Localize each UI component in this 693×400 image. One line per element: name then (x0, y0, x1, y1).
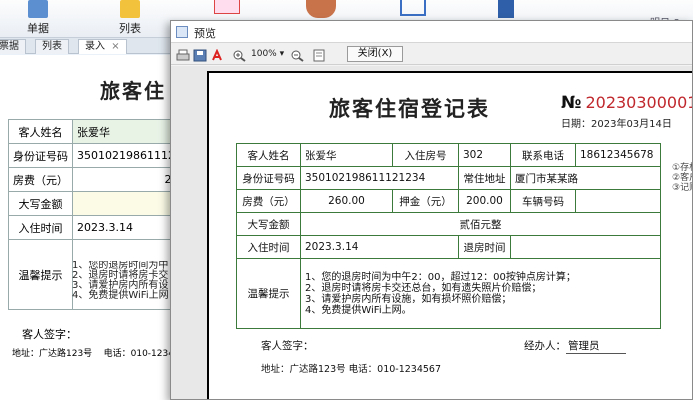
zoom-select[interactable]: 100% ▾ (251, 46, 291, 62)
tab-list-label: 列表 (42, 41, 62, 52)
guest-sign-label: 客人签字： (261, 340, 314, 352)
zoom-value: 100% (251, 49, 277, 59)
value-id-number: 350102198611121234 (300, 166, 459, 190)
copy-labels: ①存根(白色) ②客户(红色) ③记账(黄色) (672, 163, 692, 193)
preview-app-icon (176, 26, 188, 38)
label-amount-words: 大写金额 (236, 212, 301, 236)
calendar-icon[interactable] (214, 0, 240, 14)
value-checkin: 2023.3.14 (300, 235, 459, 259)
form-date: 日期：2023年03月14日 (561, 119, 672, 130)
document-icon (28, 0, 48, 18)
zoom-out-icon (291, 50, 304, 62)
entry-notes-text: 1、您的退房时间为中 2、退房时请将房卡交 3、请爱护房内所有设 4、免费提供W… (72, 261, 169, 301)
book-icon[interactable] (498, 0, 514, 18)
value-amount-words: 贰佰元整 (300, 212, 661, 236)
close-preview-button[interactable]: 关闭(X) (347, 46, 403, 62)
agent-label: 经办人： (524, 340, 566, 352)
entry-form-title: 旅客住 (100, 79, 166, 103)
preview-canvas: 旅客住宿登记表 № 20230300001 日期：2023年03月14日 客人姓名… (171, 66, 692, 399)
value-checkout (510, 235, 661, 259)
agent-field: 经办人： 管理员 (524, 338, 626, 354)
tab-receipts-label: 票据 (0, 41, 19, 52)
value-address: 厦门市某某路 (510, 166, 661, 190)
value-guest-name: 张爱华 (300, 143, 393, 167)
toolbar-list-label: 列表 (119, 22, 141, 35)
number-symbol: № (561, 93, 582, 113)
label-id-number: 身份证号码 (236, 166, 301, 190)
zoom-out-button[interactable] (289, 46, 305, 62)
save-button[interactable] (192, 46, 208, 62)
label-room-no: 入住房号 (392, 143, 459, 167)
label-guest-name: 客人姓名 (236, 143, 301, 167)
print-page: 旅客住宿登记表 № 20230300001 日期：2023年03月14日 客人姓名… (207, 71, 692, 399)
list-icon (120, 0, 140, 18)
pdf-icon (212, 48, 222, 61)
tab-entry-label: 录入 (85, 41, 105, 52)
users-icon[interactable] (306, 0, 336, 18)
toolbar-documents-button[interactable]: 单据 (18, 0, 58, 36)
value-deposit: 200.00 (458, 189, 511, 213)
value-phone: 18612345678 (575, 143, 661, 167)
entry-label-name: 客人姓名 (8, 119, 73, 144)
preview-window: 预览 100% ▾ 关闭(X) 旅客住宿登记表 № 20230300001 日期… (170, 20, 693, 400)
label-address: 常住地址 (458, 166, 511, 190)
tab-close-icon[interactable]: × (111, 41, 119, 52)
entry-footer: 地址：广达路123号 电话：010-1234 (12, 349, 174, 359)
label-room-fee: 房费（元） (236, 189, 301, 213)
zoom-in-button[interactable] (231, 46, 247, 62)
form-title: 旅客住宿登记表 (329, 96, 490, 121)
label-phone: 联系电话 (510, 143, 576, 167)
zoom-in-icon (233, 50, 246, 62)
form-number: № 20230300001 (561, 93, 692, 113)
pdf-button[interactable] (209, 46, 225, 61)
label-plate: 车辆号码 (510, 189, 576, 213)
save-icon (193, 49, 207, 62)
entry-label-fee: 房费（元） (8, 167, 73, 192)
value-plate (575, 189, 661, 213)
value-room-fee: 260.00 (300, 189, 393, 213)
tab-list[interactable]: 列表 (35, 39, 69, 54)
form-number-value: 20230300001 (585, 93, 692, 112)
value-room-no: 302 (458, 143, 511, 167)
value-notes: 1、您的退房时间为中午2：00，超过12：00按钟点房计算； 2、退房时请将房卡… (300, 258, 661, 329)
toolbar-documents-label: 单据 (27, 22, 49, 35)
label-checkout: 退房时间 (458, 235, 511, 259)
page-setup-button[interactable] (311, 46, 327, 62)
print-button[interactable] (175, 46, 191, 61)
page-setup-icon (313, 49, 325, 62)
entry-label-checkin: 入住时间 (8, 215, 73, 240)
preview-toolbar: 100% ▾ 关闭(X) (171, 43, 692, 65)
agent-value: 管理员 (566, 338, 626, 354)
entry-label-amount: 大写金额 (8, 191, 73, 216)
label-notes: 温馨提示 (236, 258, 301, 329)
window-titlebar[interactable]: 预览 (171, 21, 692, 43)
toolbar-list-button[interactable]: 列表 (110, 0, 150, 36)
entry-sign-label: 客人签字： (22, 328, 77, 341)
label-checkin: 入住时间 (236, 235, 301, 259)
window-title: 预览 (194, 27, 216, 40)
entry-label-id: 身份证号码 (8, 143, 73, 168)
label-deposit: 押金（元） (392, 189, 459, 213)
tab-entry[interactable]: 录入 × (78, 39, 127, 54)
registration-table: 客人姓名 张爱华 入住房号 302 联系电话 18612345678 身份证号码… (236, 143, 661, 329)
print-icon (176, 49, 190, 61)
tab-receipts[interactable]: 票据 (0, 39, 26, 54)
chart-icon[interactable] (400, 0, 426, 16)
form-footer: 地址：广达路123号 电话：010-1234567 (261, 364, 442, 375)
entry-label-notes: 温馨提示 (8, 239, 73, 310)
